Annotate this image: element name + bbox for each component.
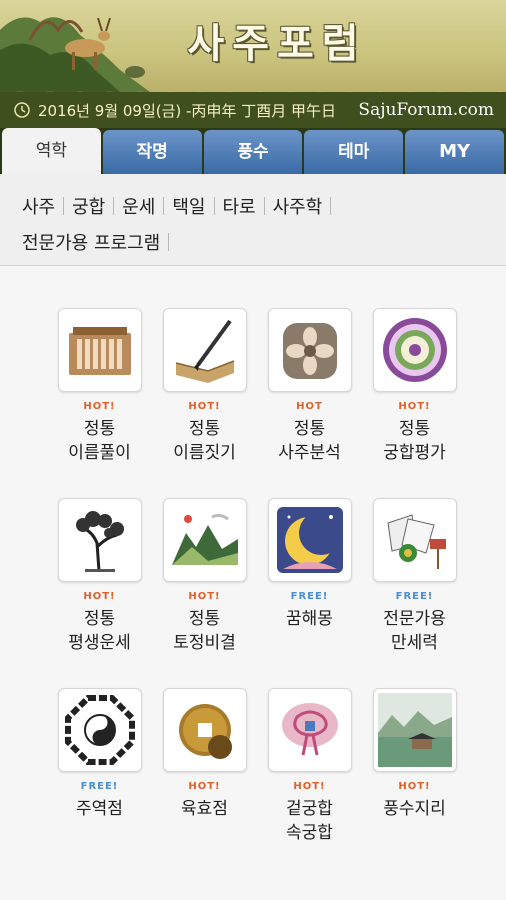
- label-line: 정통: [188, 419, 221, 439]
- label-line: 정통: [83, 609, 116, 629]
- label-line: 꿈해몽: [286, 609, 333, 629]
- label-line: 풍수지리: [383, 799, 446, 819]
- hot-badge: HOT!: [188, 781, 221, 792]
- label-line: 정통: [398, 419, 431, 439]
- service-juyeok[interactable]: FREE! 주역점: [47, 688, 152, 878]
- tab-pungsu[interactable]: 풍수: [203, 130, 303, 174]
- flower-seal-icon[interactable]: [267, 308, 352, 392]
- tab-my[interactable]: MY: [405, 130, 504, 174]
- coin-icon[interactable]: [162, 688, 247, 772]
- service-lifetime-fortune[interactable]: HOT! 정통 평생운세: [47, 498, 152, 688]
- free-badge: FREE!: [80, 781, 119, 792]
- current-date: 2016년 9월 09일(금) -丙申年 丁酉月 甲午日: [38, 101, 336, 120]
- tree-icon[interactable]: [57, 498, 142, 582]
- submenu-saju[interactable]: 사주: [14, 193, 63, 219]
- mountain-landscape-icon[interactable]: [162, 498, 247, 582]
- service-inner-compatibility[interactable]: HOT! 겉궁합 속궁합: [257, 688, 362, 878]
- tab-yeokhak[interactable]: 역학: [2, 128, 101, 174]
- sub-menu-row: 사주 궁합 운세 택일 타로 사주학: [14, 188, 496, 224]
- service-yukhyo[interactable]: HOT! 육효점: [152, 688, 257, 878]
- service-name-making[interactable]: HOT! 정통 이름짓기: [152, 308, 257, 498]
- label-line: 정통: [83, 419, 116, 439]
- service-saju-analysis[interactable]: HOT 정통 사주분석: [257, 308, 362, 498]
- house-landscape-icon[interactable]: [372, 688, 457, 772]
- hot-badge: HOT!: [398, 401, 431, 412]
- label-line: 속궁합: [286, 823, 333, 843]
- service-label: 꿈해몽: [286, 607, 333, 631]
- label-line: 육효점: [181, 799, 228, 819]
- service-label: 전문가용 만세력: [383, 607, 446, 655]
- sub-menu-row: 전문가용 프로그램: [14, 224, 496, 260]
- service-label: 정통 이름짓기: [173, 417, 236, 465]
- label-line: 전문가용: [383, 609, 446, 629]
- label-line: 정통: [293, 419, 326, 439]
- submenu-taegil[interactable]: 택일: [164, 193, 213, 219]
- main-tab-bar: 역학 작명 풍수 테마 MY: [0, 128, 506, 174]
- label-line: 겉궁합: [286, 799, 333, 819]
- service-label: 정통 평생운세: [68, 607, 131, 655]
- hot-badge: HOT!: [188, 401, 221, 412]
- service-dream[interactable]: FREE! 꿈해몽: [257, 498, 362, 688]
- app-title: 사주포럼: [187, 20, 367, 67]
- service-label: 육효점: [181, 797, 228, 821]
- label-line: 만세력: [391, 633, 438, 653]
- hot-badge: HOT!: [83, 591, 116, 602]
- service-grid: HOT! 정통 이름풀이 HOT! 정통 이름짓기 HOT 정통 사주분석 HO…: [47, 308, 467, 878]
- service-label: 주역점: [76, 797, 123, 821]
- service-label: 정통 궁합평가: [383, 417, 446, 465]
- service-label: 정통 사주분석: [278, 417, 341, 465]
- label-line: 평생운세: [68, 633, 131, 653]
- tab-jakmyeong[interactable]: 작명: [102, 130, 202, 174]
- label-line: 정통: [188, 609, 221, 629]
- divider: [330, 197, 332, 215]
- service-compatibility[interactable]: HOT! 정통 궁합평가: [362, 308, 467, 498]
- fans-icon[interactable]: [372, 498, 457, 582]
- submenu-pro-program[interactable]: 전문가용 프로그램: [14, 229, 168, 255]
- submenu-gunghap[interactable]: 궁합: [64, 193, 113, 219]
- name-tablet-icon[interactable]: [57, 308, 142, 392]
- date-bar: 2016년 9월 09일(금) -丙申年 丁酉月 甲午日 SajuForum.c…: [0, 92, 506, 128]
- label-line: 주역점: [76, 799, 123, 819]
- service-label: 정통 토정비결: [173, 607, 236, 655]
- clock-icon: [14, 102, 30, 118]
- hot-badge: HOT!: [398, 781, 431, 792]
- hot-badge: HOT!: [293, 781, 326, 792]
- label-line: 사주분석: [278, 443, 341, 463]
- submenu-taro[interactable]: 타로: [215, 193, 264, 219]
- service-label: 풍수지리: [383, 797, 446, 821]
- service-label: 겉궁합 속궁합: [286, 797, 333, 845]
- service-label: 정통 이름풀이: [68, 417, 131, 465]
- free-badge: FREE!: [395, 591, 434, 602]
- brush-book-icon[interactable]: [162, 308, 247, 392]
- service-mansaeryeok[interactable]: FREE! 전문가용 만세력: [362, 498, 467, 688]
- label-line: 궁합평가: [383, 443, 446, 463]
- submenu-sajuhak[interactable]: 사주학: [265, 193, 331, 219]
- label-line: 이름풀이: [68, 443, 131, 463]
- sub-menu: 사주 궁합 운세 택일 타로 사주학 전문가용 프로그램: [0, 174, 506, 266]
- hot-badge: HOT: [296, 401, 323, 412]
- service-pungsu-jiri[interactable]: HOT! 풍수지리: [362, 688, 467, 878]
- site-url[interactable]: SajuForum.com: [358, 100, 494, 120]
- free-badge: FREE!: [290, 591, 329, 602]
- hot-badge: HOT!: [83, 401, 116, 412]
- knot-ornament-icon[interactable]: [267, 688, 352, 772]
- service-tojeong[interactable]: HOT! 정통 토정비결: [152, 498, 257, 688]
- header-banner: 사주포럼: [0, 0, 506, 92]
- label-line: 토정비결: [173, 633, 236, 653]
- label-line: 이름짓기: [173, 443, 236, 463]
- tab-tema[interactable]: 테마: [304, 130, 404, 174]
- divider: [168, 233, 170, 251]
- moon-icon[interactable]: [267, 498, 352, 582]
- mandala-icon[interactable]: [372, 308, 457, 392]
- bagua-icon[interactable]: [57, 688, 142, 772]
- hot-badge: HOT!: [188, 591, 221, 602]
- submenu-unse[interactable]: 운세: [114, 193, 163, 219]
- service-name-analysis[interactable]: HOT! 정통 이름풀이: [47, 308, 152, 498]
